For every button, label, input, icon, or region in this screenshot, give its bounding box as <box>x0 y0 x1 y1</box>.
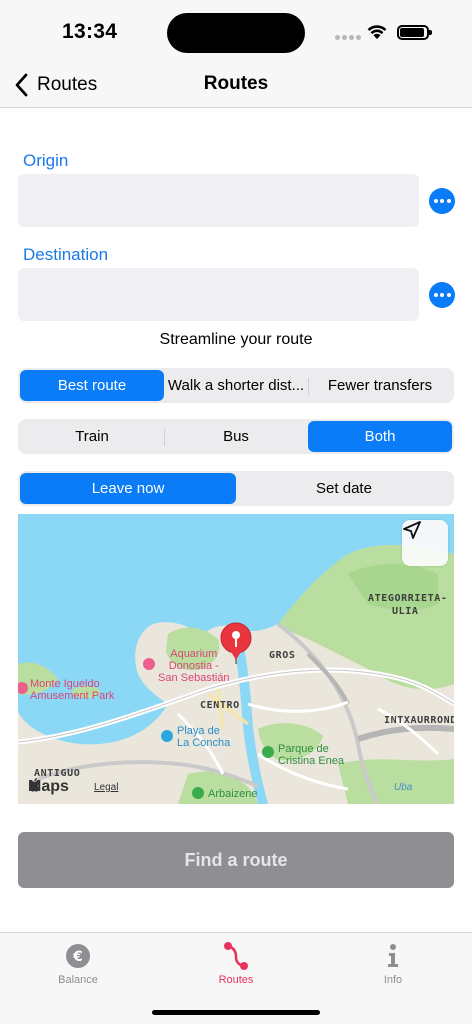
aquarium-marker-icon <box>143 658 155 670</box>
park-marker-icon <box>262 746 274 758</box>
map-label-intxaurrondo: INTXAURROND <box>384 715 454 726</box>
map-canvas <box>18 514 454 804</box>
map-view[interactable]: ATEGORRIETA- ULIA GROS CENTRO INTXAURRON… <box>18 514 454 804</box>
dot-icon <box>433 293 438 297</box>
location-arrow-icon <box>403 521 421 539</box>
segment-both[interactable]: Both <box>308 421 452 452</box>
origin-input[interactable] <box>18 174 419 227</box>
cellular-signal-icon <box>335 35 361 40</box>
info-icon <box>388 944 398 967</box>
tab-balance[interactable]: € Balance <box>18 941 138 993</box>
navigation-bar: Routes Routes <box>0 62 472 108</box>
tab-label-info: Info <box>383 974 403 986</box>
destination-label: Destination <box>23 245 109 264</box>
departure-control: Leave now Set date <box>18 471 454 506</box>
segment-best-route[interactable]: Best route <box>20 370 164 401</box>
beach-marker-icon <box>161 730 173 742</box>
route-preference-control: Best route Walk a shorter dist... Fewer … <box>18 368 454 403</box>
home-indicator <box>152 1010 320 1015</box>
route-icon <box>224 942 248 970</box>
origin-label: Origin <box>23 151 69 170</box>
dot-icon <box>440 293 444 297</box>
svg-text:€: € <box>72 949 83 965</box>
apple-maps-logo: Maps <box>28 778 69 796</box>
tab-routes[interactable]: Routes <box>176 941 296 993</box>
map-label-centro: CENTRO <box>200 700 240 711</box>
segment-fewer-transfers[interactable]: Fewer transfers <box>308 370 452 401</box>
arbaizene-marker-icon <box>192 787 204 799</box>
segment-set-date[interactable]: Set date <box>236 473 452 504</box>
poi-playa-concha[interactable]: Playa de La Concha <box>177 725 230 749</box>
dot-icon <box>446 199 451 203</box>
poi-parque-cristina-enea[interactable]: Parque de Cristina Enea <box>278 743 344 767</box>
status-bar: 13:34 <box>0 0 472 62</box>
locate-me-button[interactable] <box>402 520 448 566</box>
segment-train[interactable]: Train <box>20 421 164 452</box>
poi-aquarium[interactable]: Aquarium Donostia - San Sebastián <box>158 648 230 684</box>
page-title: Routes <box>203 73 269 94</box>
transport-mode-control: Train Bus Both <box>18 419 454 454</box>
tab-label-routes: Routes <box>218 974 254 986</box>
destination-more-button[interactable] <box>429 282 455 308</box>
dot-icon <box>446 293 451 297</box>
map-label-ulia: ULIA <box>392 606 419 617</box>
euro-icon: € <box>66 944 90 968</box>
poi-arbaizene[interactable]: Arbaizene <box>208 788 258 800</box>
tab-label-balance: Balance <box>58 974 98 986</box>
wifi-icon <box>367 25 387 39</box>
poi-monte-igueldo[interactable]: Monte Igueldo Amusement Park <box>30 678 114 702</box>
origin-more-button[interactable] <box>429 188 455 214</box>
segment-bus[interactable]: Bus <box>164 421 308 452</box>
find-route-button[interactable]: Find a route <box>18 832 454 888</box>
map-label-uba: Uba <box>394 782 413 793</box>
tab-info[interactable]: Info <box>333 941 453 993</box>
map-label-ategorrieta: ATEGORRIETA- <box>368 593 448 604</box>
map-label-gros: GROS <box>269 650 296 661</box>
dot-icon <box>433 199 438 203</box>
dynamic-island <box>167 13 305 53</box>
apple-logo-icon <box>29 778 40 792</box>
battery-icon <box>397 25 432 40</box>
section-caption: Streamline your route <box>159 331 313 348</box>
segment-leave-now[interactable]: Leave now <box>20 473 236 504</box>
map-legal-link[interactable]: Legal <box>94 782 118 793</box>
destination-input[interactable] <box>18 268 419 321</box>
status-time: 13:34 <box>62 20 118 43</box>
dot-icon <box>440 199 444 203</box>
segment-walk-shorter[interactable]: Walk a shorter dist... <box>164 370 308 401</box>
